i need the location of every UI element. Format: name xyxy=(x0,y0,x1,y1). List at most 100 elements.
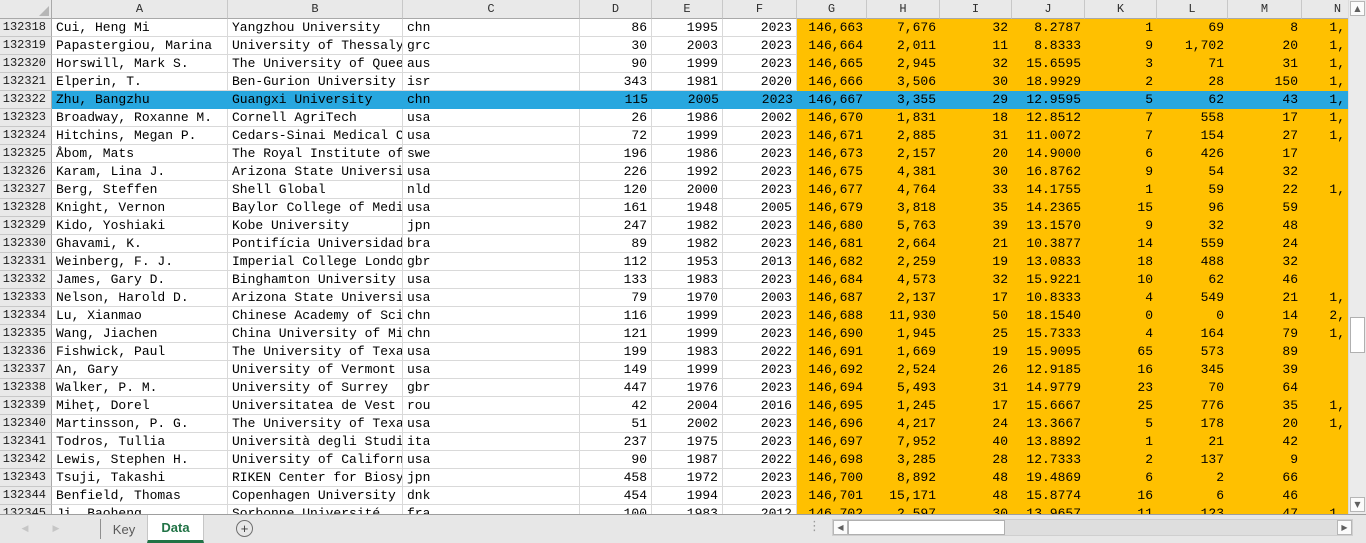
cell-D132330[interactable]: 89 xyxy=(580,235,652,253)
cell-N132332[interactable] xyxy=(1302,271,1348,289)
cell-I132326[interactable]: 30 xyxy=(940,163,1012,181)
row-header-132324[interactable]: 132324 xyxy=(0,127,52,145)
cell-H132331[interactable]: 2,259 xyxy=(867,253,940,271)
cell-I132332[interactable]: 32 xyxy=(940,271,1012,289)
cell-F132336[interactable]: 2022 xyxy=(723,343,797,361)
tab-scrollbar-splitter[interactable]: ⋮ xyxy=(808,519,821,534)
cell-D132334[interactable]: 116 xyxy=(580,307,652,325)
cell-M132328[interactable]: 59 xyxy=(1228,199,1302,217)
cell-L132328[interactable]: 96 xyxy=(1157,199,1228,217)
cell-D132321[interactable]: 343 xyxy=(580,73,652,91)
cell-B132327[interactable]: Shell Global xyxy=(228,181,403,199)
cell-A132335[interactable]: Wang, Jiachen xyxy=(52,325,228,343)
cell-D132339[interactable]: 42 xyxy=(580,397,652,415)
cell-D132335[interactable]: 121 xyxy=(580,325,652,343)
cell-H132343[interactable]: 8,892 xyxy=(867,469,940,487)
cell-L132321[interactable]: 28 xyxy=(1157,73,1228,91)
sheet-tab-data[interactable]: Data xyxy=(147,515,204,543)
cell-A132324[interactable]: Hitchins, Megan P. xyxy=(52,127,228,145)
cell-C132339[interactable]: rou xyxy=(403,397,580,415)
cell-L132342[interactable]: 137 xyxy=(1157,451,1228,469)
cell-F132339[interactable]: 2016 xyxy=(723,397,797,415)
cell-J132340[interactable]: 13.3667 xyxy=(1012,415,1085,433)
cell-E132325[interactable]: 1986 xyxy=(652,145,723,163)
cell-L132337[interactable]: 345 xyxy=(1157,361,1228,379)
cell-K132326[interactable]: 9 xyxy=(1085,163,1157,181)
cell-L132339[interactable]: 776 xyxy=(1157,397,1228,415)
column-header-E[interactable]: E xyxy=(652,0,723,19)
cell-K132331[interactable]: 18 xyxy=(1085,253,1157,271)
cell-E132321[interactable]: 1981 xyxy=(652,73,723,91)
cell-H132321[interactable]: 3,506 xyxy=(867,73,940,91)
cell-C132319[interactable]: grc xyxy=(403,37,580,55)
cell-G132342[interactable]: 146,698 xyxy=(797,451,867,469)
cell-A132319[interactable]: Papastergiou, Marina xyxy=(52,37,228,55)
cell-K132337[interactable]: 16 xyxy=(1085,361,1157,379)
cell-G132319[interactable]: 146,664 xyxy=(797,37,867,55)
cell-M132336[interactable]: 89 xyxy=(1228,343,1302,361)
cell-G132339[interactable]: 146,695 xyxy=(797,397,867,415)
cell-K132318[interactable]: 1 xyxy=(1085,19,1157,37)
cell-K132321[interactable]: 2 xyxy=(1085,73,1157,91)
cell-J132320[interactable]: 15.6595 xyxy=(1012,55,1085,73)
cell-B132322[interactable]: Guangxi University xyxy=(228,91,403,109)
cell-I132318[interactable]: 32 xyxy=(940,19,1012,37)
cell-B132332[interactable]: Binghamton University xyxy=(228,271,403,289)
cell-N132335[interactable]: 1, xyxy=(1302,325,1348,343)
cell-H132342[interactable]: 3,285 xyxy=(867,451,940,469)
cell-L132323[interactable]: 558 xyxy=(1157,109,1228,127)
cell-L132335[interactable]: 164 xyxy=(1157,325,1228,343)
cell-B132329[interactable]: Kobe University xyxy=(228,217,403,235)
cell-C132331[interactable]: gbr xyxy=(403,253,580,271)
cell-E132343[interactable]: 1972 xyxy=(652,469,723,487)
cell-B132326[interactable]: Arizona State Universi xyxy=(228,163,403,181)
cell-J132336[interactable]: 15.9095 xyxy=(1012,343,1085,361)
select-all-corner[interactable] xyxy=(0,0,52,19)
cell-A132343[interactable]: Tsuji, Takashi xyxy=(52,469,228,487)
column-header-H[interactable]: H xyxy=(867,0,940,19)
cell-B132320[interactable]: The University of Quee xyxy=(228,55,403,73)
cell-H132338[interactable]: 5,493 xyxy=(867,379,940,397)
cell-G132332[interactable]: 146,684 xyxy=(797,271,867,289)
cell-F132320[interactable]: 2023 xyxy=(723,55,797,73)
column-header-I[interactable]: I xyxy=(940,0,1012,19)
cell-G132340[interactable]: 146,696 xyxy=(797,415,867,433)
cell-N132328[interactable] xyxy=(1302,199,1348,217)
cell-E132329[interactable]: 1982 xyxy=(652,217,723,235)
cell-E132338[interactable]: 1976 xyxy=(652,379,723,397)
cell-C132343[interactable]: jpn xyxy=(403,469,580,487)
cell-E132345[interactable]: 1983 xyxy=(652,505,723,514)
cell-I132321[interactable]: 30 xyxy=(940,73,1012,91)
row-header-132325[interactable]: 132325 xyxy=(0,145,52,163)
cell-D132343[interactable]: 458 xyxy=(580,469,652,487)
cell-N132320[interactable]: 1, xyxy=(1302,55,1348,73)
cell-A132318[interactable]: Cui, Heng Mi xyxy=(52,19,228,37)
cell-C132318[interactable]: chn xyxy=(403,19,580,37)
cell-I132345[interactable]: 30 xyxy=(940,505,1012,514)
column-header-F[interactable]: F xyxy=(723,0,797,19)
row-header-132335[interactable]: 132335 xyxy=(0,325,52,343)
cell-E132344[interactable]: 1994 xyxy=(652,487,723,505)
cell-M132335[interactable]: 79 xyxy=(1228,325,1302,343)
cell-C132345[interactable]: fra xyxy=(403,505,580,514)
cell-C132336[interactable]: usa xyxy=(403,343,580,361)
cell-G132341[interactable]: 146,697 xyxy=(797,433,867,451)
cell-D132327[interactable]: 120 xyxy=(580,181,652,199)
vertical-scrollbar[interactable]: ▲ ▼ xyxy=(1348,0,1366,514)
row-header-132330[interactable]: 132330 xyxy=(0,235,52,253)
cell-B132339[interactable]: Universitatea de Vest xyxy=(228,397,403,415)
cell-D132323[interactable]: 26 xyxy=(580,109,652,127)
cell-C132342[interactable]: usa xyxy=(403,451,580,469)
row-header-132340[interactable]: 132340 xyxy=(0,415,52,433)
cell-D132326[interactable]: 226 xyxy=(580,163,652,181)
cell-J132342[interactable]: 12.7333 xyxy=(1012,451,1085,469)
cell-A132336[interactable]: Fishwick, Paul xyxy=(52,343,228,361)
cell-N132322[interactable]: 1, xyxy=(1302,91,1348,109)
cell-I132340[interactable]: 24 xyxy=(940,415,1012,433)
cell-A132334[interactable]: Lu, Xianmao xyxy=(52,307,228,325)
cell-G132321[interactable]: 146,666 xyxy=(797,73,867,91)
cell-M132322[interactable]: 43 xyxy=(1228,91,1302,109)
cell-E132333[interactable]: 1970 xyxy=(652,289,723,307)
cell-N132339[interactable]: 1, xyxy=(1302,397,1348,415)
cell-G132328[interactable]: 146,679 xyxy=(797,199,867,217)
